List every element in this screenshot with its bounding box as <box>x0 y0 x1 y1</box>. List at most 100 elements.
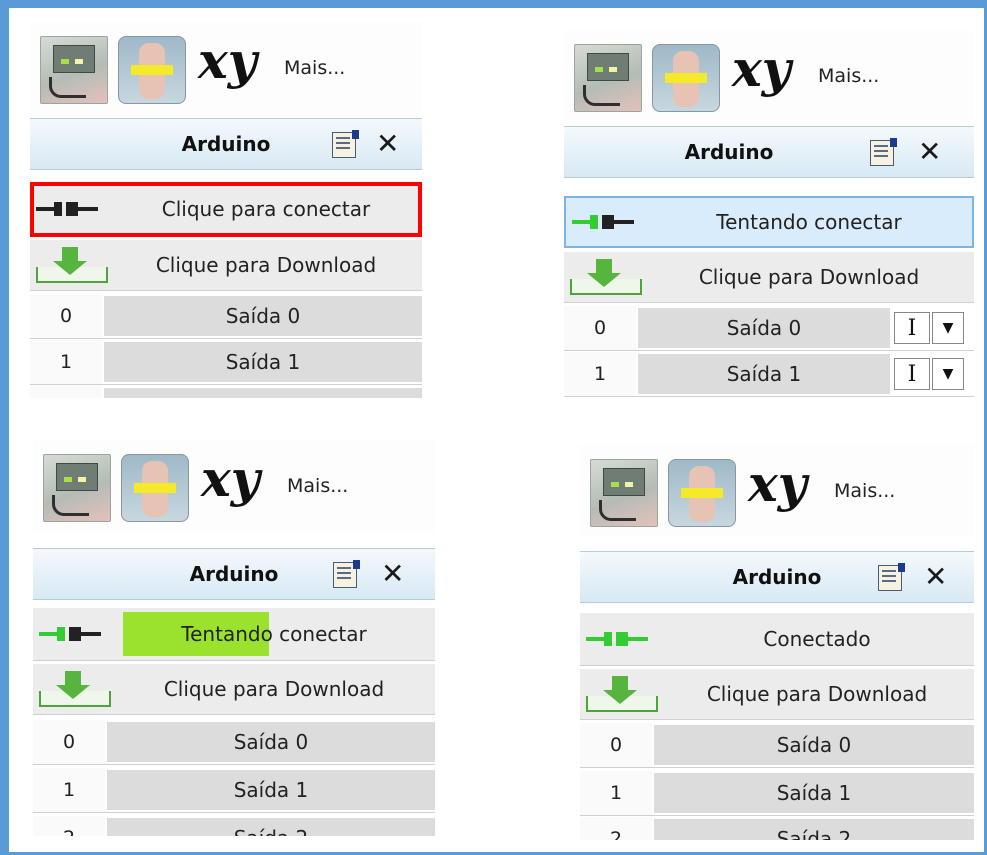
download-label: Clique para Download <box>155 253 377 277</box>
close-x-icon[interactable]: ✕ <box>918 135 941 168</box>
output-number: 1 <box>580 771 652 815</box>
output-name: Saída 0 <box>638 308 890 348</box>
output-number: 0 <box>580 723 652 767</box>
document-icon[interactable] <box>333 560 360 588</box>
output-row[interactable]: 2 Saída 2 <box>33 816 435 836</box>
connect-label: Tentando conectar <box>181 622 367 646</box>
mode-select[interactable]: I <box>894 358 930 390</box>
output-row[interactable]: 0 Saída 0 <box>580 723 974 768</box>
download-tray-icon <box>36 247 108 283</box>
panel-header: Arduino ✕ <box>30 118 422 170</box>
output-name: Saída 1 <box>104 342 422 382</box>
connect-label: Clique para conectar <box>161 197 371 221</box>
chevron-down-icon[interactable]: ▼ <box>932 312 964 344</box>
output-name: Saída 2 <box>107 818 435 836</box>
output-row[interactable]: 1 Saída 1 <box>33 768 435 813</box>
output-number: 2 <box>580 817 652 840</box>
panel-header: Arduino ✕ <box>33 548 435 600</box>
document-icon[interactable] <box>332 130 359 158</box>
plug-connecting-icon <box>39 627 109 641</box>
output-number: 1 <box>33 768 105 812</box>
panel-title: Arduino <box>684 140 774 164</box>
arduino-panel-1: xy Mais... Arduino ✕ Clique para conecta… <box>30 22 422 398</box>
output-row[interactable]: 1 Saída 1 <box>580 771 974 816</box>
output-row[interactable]: 0 Saída 0 I ▼ <box>564 306 974 351</box>
robot-figure-icon[interactable] <box>652 44 720 112</box>
output-number: 0 <box>30 294 102 338</box>
document-icon[interactable] <box>870 138 897 166</box>
frame-border-left <box>0 0 9 855</box>
output-number: 0 <box>33 720 105 764</box>
plug-connected-icon <box>586 632 656 646</box>
xy-plot-button[interactable]: xy <box>198 26 257 96</box>
panel-title: Arduino <box>732 565 822 589</box>
connect-row[interactable]: Tentando conectar <box>564 196 974 248</box>
output-name: Saída 0 <box>104 296 422 336</box>
output-name: Saída 1 <box>107 770 435 810</box>
download-label: Clique para Download <box>706 682 928 706</box>
arduino-board-icon[interactable] <box>43 454 111 522</box>
plug-connecting-icon <box>572 215 642 229</box>
robot-figure-icon[interactable] <box>118 36 186 104</box>
more-button[interactable]: Mais... <box>818 65 879 87</box>
arduino-board-icon[interactable] <box>590 459 658 527</box>
connect-row[interactable]: Tentando conectar <box>33 608 435 661</box>
more-button[interactable]: Mais... <box>287 475 348 497</box>
toolbar: xy Mais... <box>30 22 422 114</box>
robot-figure-icon[interactable] <box>121 454 189 522</box>
output-row[interactable] <box>564 398 974 410</box>
panel-header: Arduino ✕ <box>580 551 974 603</box>
download-tray-icon <box>586 676 658 712</box>
output-row[interactable]: 0 Saída 0 <box>30 294 422 339</box>
download-tray-icon <box>39 671 111 707</box>
toolbar: xy Mais... <box>580 445 974 537</box>
connect-row[interactable]: Conectado <box>580 613 974 666</box>
download-row[interactable]: Clique para Download <box>33 664 435 715</box>
output-number: 1 <box>30 340 102 384</box>
connect-label: Conectado <box>763 627 871 651</box>
chevron-down-icon[interactable]: ▼ <box>932 358 964 390</box>
xy-plot-button[interactable]: xy <box>748 449 807 519</box>
connect-row[interactable]: Clique para conectar <box>30 182 422 237</box>
arduino-board-icon[interactable] <box>40 36 108 104</box>
output-name: Saída 0 <box>654 725 974 765</box>
close-x-icon[interactable]: ✕ <box>376 127 399 160</box>
connect-label: Tentando conectar <box>716 210 902 234</box>
output-name: Saída 2 <box>654 819 974 840</box>
download-tray-icon <box>570 259 642 295</box>
output-number: 0 <box>564 306 636 350</box>
output-row[interactable]: 1 Saída 1 <box>30 340 422 385</box>
document-icon[interactable] <box>878 563 905 591</box>
output-number: 2 <box>30 386 102 398</box>
download-label: Clique para Download <box>698 265 920 289</box>
output-row[interactable]: 2 Saída 2 <box>580 817 974 840</box>
download-row[interactable]: Clique para Download <box>30 240 422 291</box>
frame-border-top <box>0 0 987 8</box>
close-x-icon[interactable]: ✕ <box>381 557 404 590</box>
output-name: Saída 1 <box>638 354 890 394</box>
close-x-icon[interactable]: ✕ <box>924 560 947 593</box>
panel-header: Arduino ✕ <box>564 126 974 178</box>
more-button[interactable]: Mais... <box>834 480 895 502</box>
output-row[interactable]: 2 Saída 2 <box>30 386 422 398</box>
plug-disconnected-icon <box>36 202 106 216</box>
toolbar: xy Mais... <box>33 440 435 532</box>
arduino-panel-3: xy Mais... Arduino ✕ Tentando conectar C… <box>33 440 435 836</box>
xy-plot-button[interactable]: xy <box>732 34 791 104</box>
arduino-panel-2: xy Mais... Arduino ✕ Tentando conectar C… <box>564 30 974 410</box>
download-label: Clique para Download <box>163 677 385 701</box>
panel-title: Arduino <box>181 132 271 156</box>
download-row[interactable]: Clique para Download <box>564 252 974 303</box>
mode-select[interactable]: I <box>894 312 930 344</box>
download-row[interactable]: Clique para Download <box>580 669 974 720</box>
output-row[interactable]: 1 Saída 1 I ▼ <box>564 352 974 397</box>
robot-figure-icon[interactable] <box>668 459 736 527</box>
arduino-board-icon[interactable] <box>574 44 642 112</box>
more-button[interactable]: Mais... <box>284 57 345 79</box>
output-row[interactable]: 0 Saída 0 <box>33 720 435 765</box>
panel-title: Arduino <box>189 562 279 586</box>
xy-plot-button[interactable]: xy <box>201 444 260 514</box>
arduino-panel-4: xy Mais... Arduino ✕ Conectado Clique pa… <box>580 445 974 840</box>
output-number: 2 <box>33 816 105 836</box>
toolbar: xy Mais... <box>564 30 974 122</box>
